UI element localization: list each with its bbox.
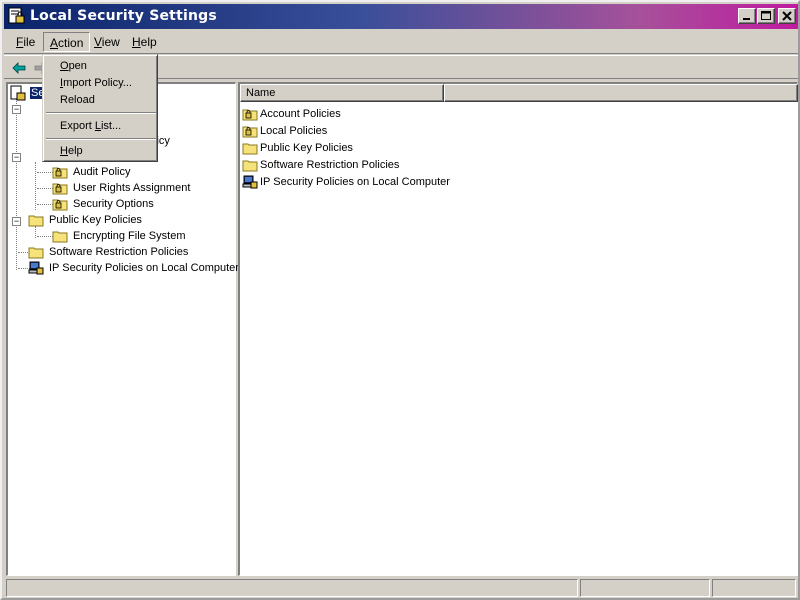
maximize-icon <box>761 11 771 20</box>
app-window: Local Security Settings File Action View… <box>0 0 800 600</box>
menu-separator <box>46 138 156 140</box>
menu-file[interactable]: File <box>10 32 41 52</box>
list-header: Name <box>240 84 798 102</box>
menu-action-label: ction <box>58 36 84 50</box>
status-bar <box>4 578 798 598</box>
expand-toggle[interactable]: − <box>12 153 21 162</box>
list-item-local-policies[interactable]: Local Policies <box>242 122 327 139</box>
menu-item-import-policy[interactable]: Import Policy... <box>46 75 156 92</box>
menu-action[interactable]: Action <box>43 32 91 52</box>
folder-lock-icon <box>52 183 68 195</box>
menu-action-mnemonic: A <box>50 36 59 50</box>
folder-icon <box>242 143 258 154</box>
tree-item-label: Audit Policy <box>73 166 131 178</box>
list-item-software-restriction[interactable]: Software Restriction Policies <box>242 156 399 173</box>
close-icon <box>782 11 792 21</box>
menu-item-reload[interactable]: Reload <box>46 92 156 109</box>
menu-bar: File Action View Help <box>4 30 798 54</box>
close-button[interactable] <box>778 8 796 24</box>
menu-item-open-mnemonic: O <box>60 60 69 72</box>
folder-icon <box>28 215 44 227</box>
menu-view-mnemonic: V <box>94 35 102 49</box>
tree-item-efs[interactable]: Encrypting File System <box>52 228 186 244</box>
tree-item-software-restriction[interactable]: Software Restriction Policies <box>28 244 189 260</box>
menu-item-help-label: elp <box>67 145 83 157</box>
title-bar[interactable]: Local Security Settings <box>4 4 798 29</box>
column-header-name-label: Name <box>246 87 276 99</box>
security-settings-icon <box>10 85 26 101</box>
back-button[interactable] <box>8 59 30 77</box>
tree-item-security-options[interactable]: Security Options <box>52 196 155 212</box>
column-header-name[interactable]: Name <box>240 84 444 102</box>
tree-root[interactable]: Se <box>10 85 46 101</box>
window-title: Local Security Settings <box>30 8 217 24</box>
menu-separator <box>46 112 156 114</box>
list-item-label: IP Security Policies on Local Computer <box>260 175 450 188</box>
minimize-icon <box>743 18 750 20</box>
back-arrow-icon <box>12 62 26 74</box>
tree-item-ip-security[interactable]: IP Security Policies on Local Computer <box>28 260 240 276</box>
ip-security-icon <box>242 175 258 188</box>
menu-item-export-pre: Export <box>60 120 95 132</box>
tree-item-label: Encrypting File System <box>73 230 186 242</box>
folder-lock-icon <box>242 126 258 137</box>
ip-security-icon <box>28 261 44 275</box>
tree-item-public-key[interactable]: Public Key Policies <box>28 212 143 228</box>
menu-item-reload-label: Reload <box>60 94 95 106</box>
menu-help-label: elp <box>140 35 157 49</box>
list-item-label: Public Key Policies <box>260 141 353 154</box>
maximize-button[interactable] <box>757 8 775 24</box>
status-cell-3 <box>712 579 796 597</box>
menu-item-export-post: ist... <box>100 120 122 132</box>
tree-item-label: Software Restriction Policies <box>49 246 189 258</box>
list-item-label: Software Restriction Policies <box>260 158 400 171</box>
list-item-label: Account Policies <box>260 107 341 120</box>
folder-lock-icon <box>242 109 258 120</box>
status-cell-2 <box>580 579 710 597</box>
tree-connector <box>37 236 53 237</box>
security-settings-icon <box>8 7 25 24</box>
menu-help[interactable]: Help <box>126 32 163 52</box>
tree-connector <box>35 162 36 210</box>
tree-connector <box>37 188 53 189</box>
menu-item-import-label: mport Policy... <box>63 77 132 89</box>
menu-view[interactable]: View <box>88 32 126 52</box>
folder-lock-icon <box>52 167 68 179</box>
list-item-ip-security[interactable]: IP Security Policies on Local Computer <box>242 173 450 190</box>
expand-toggle[interactable]: − <box>12 105 21 114</box>
tree-item-label: IP Security Policies on Local Computer <box>49 262 239 274</box>
expand-toggle[interactable]: − <box>12 217 21 226</box>
list-item-label: Local Policies <box>260 124 328 137</box>
list-item-public-key[interactable]: Public Key Policies <box>242 139 353 156</box>
menu-item-help[interactable]: Help <box>46 143 156 160</box>
details-pane[interactable]: Name Account Policies Local Policies Pub… <box>238 82 798 576</box>
status-cell-main <box>6 579 578 597</box>
tree-connector <box>37 204 53 205</box>
menu-item-help-mnemonic: H <box>60 145 68 157</box>
menu-help-mnemonic: H <box>132 35 141 49</box>
folder-icon <box>28 247 44 259</box>
menu-item-open-label: pen <box>68 60 87 72</box>
folder-icon <box>242 160 258 171</box>
tree-connector <box>16 98 17 270</box>
menu-item-export-list[interactable]: Export List... <box>46 118 156 135</box>
tree-item-audit-policy[interactable]: Audit Policy <box>52 164 131 180</box>
tree-connector <box>37 172 53 173</box>
tree-item-user-rights[interactable]: User Rights Assignment <box>52 180 191 196</box>
folder-lock-icon <box>52 199 68 211</box>
folder-icon <box>52 231 68 243</box>
tree-item-label: Public Key Policies <box>49 214 142 226</box>
menu-file-label: ile <box>23 35 36 49</box>
tree-item-label: Security Options <box>73 198 154 210</box>
menu-view-label: iew <box>101 35 120 49</box>
tree-item-label: User Rights Assignment <box>73 182 191 194</box>
list-item-account-policies[interactable]: Account Policies <box>242 105 341 122</box>
action-menu: Open Import Policy... Reload Export List… <box>42 54 158 162</box>
column-header-empty[interactable] <box>444 84 798 102</box>
menu-item-open[interactable]: Open <box>46 58 156 75</box>
minimize-button[interactable] <box>738 8 756 24</box>
